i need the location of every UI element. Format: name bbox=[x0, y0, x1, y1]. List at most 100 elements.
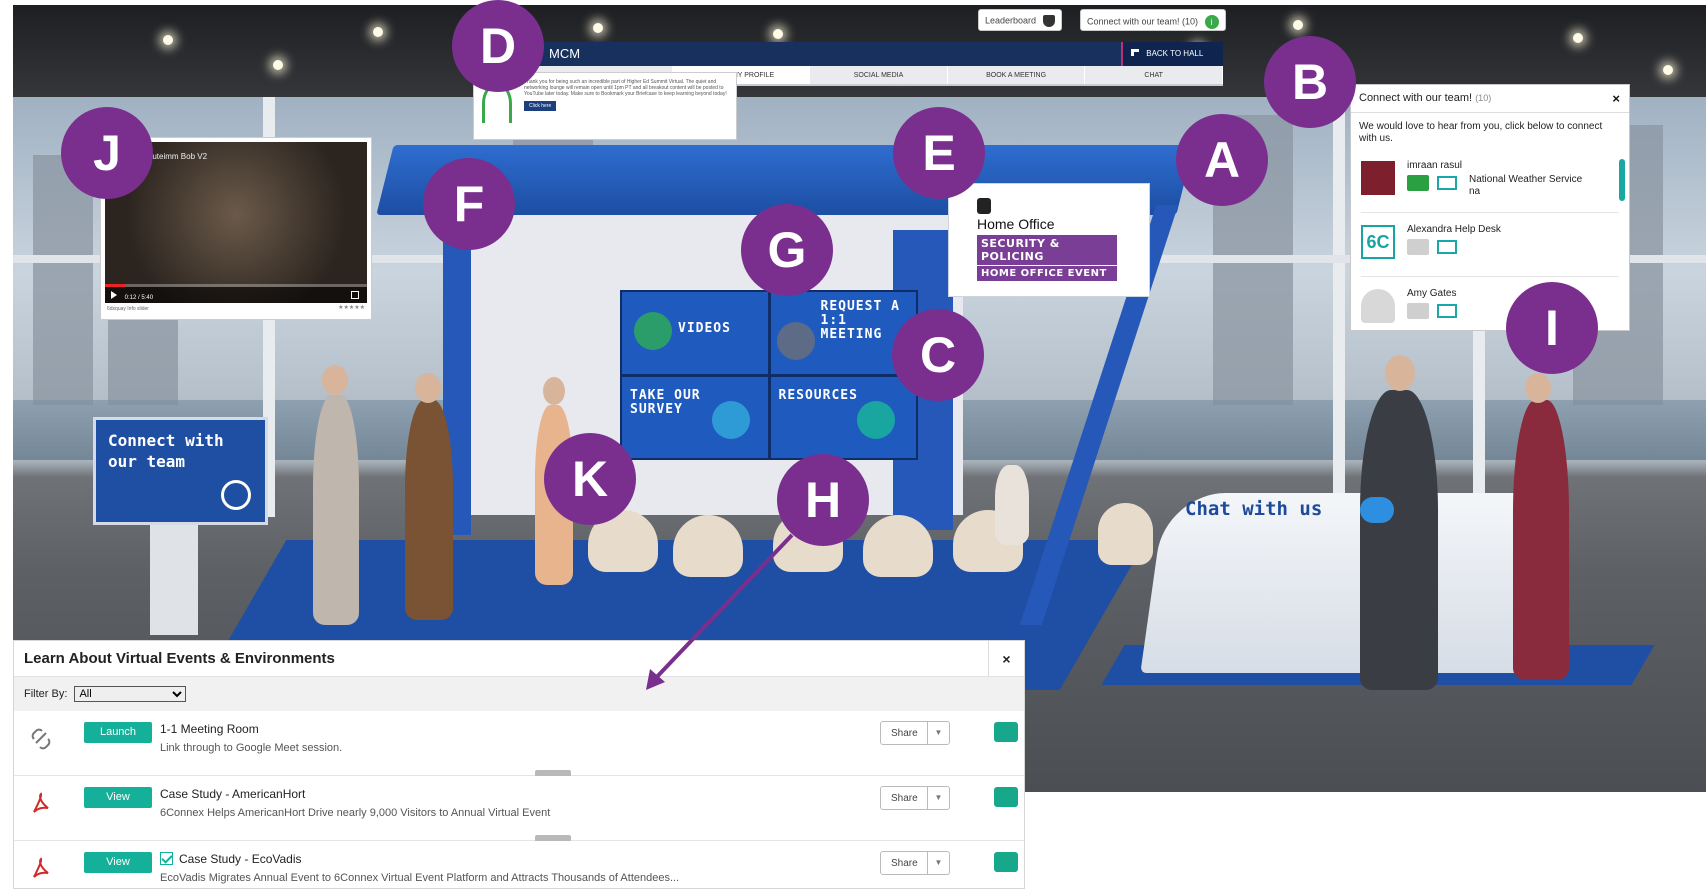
chat-icon[interactable] bbox=[1407, 303, 1429, 319]
member-name: Alexandra Help Desk bbox=[1407, 224, 1501, 235]
trophy-icon bbox=[1042, 15, 1055, 27]
resource-description: 6Connex Helps AmericanHort Drive nearly … bbox=[160, 807, 551, 819]
attendee-head bbox=[322, 365, 348, 395]
home-office-title: Home Office bbox=[977, 216, 1055, 232]
fullscreen-icon[interactable] bbox=[351, 291, 359, 299]
callout-badge-f: F bbox=[423, 158, 515, 250]
home-office-band: HOME OFFICE EVENT bbox=[977, 266, 1117, 281]
chat-with-us-link[interactable]: Chat with us bbox=[1185, 498, 1322, 520]
callout-badge-i: I bbox=[1506, 282, 1598, 374]
connect-team-button[interactable]: Connect with our team! (10) i bbox=[1080, 9, 1226, 31]
videos-screen[interactable]: VIDEOS bbox=[622, 292, 768, 374]
avatar bbox=[1361, 289, 1395, 323]
resource-description: Link through to Google Meet session. bbox=[160, 742, 343, 754]
connect-team-intro: We would love to hear from you, click be… bbox=[1359, 121, 1603, 144]
filter-select[interactable]: All bbox=[74, 686, 187, 702]
attendee-head bbox=[543, 377, 565, 405]
ceiling-light bbox=[163, 35, 173, 45]
lounge-chair bbox=[863, 515, 933, 577]
tab-social-media[interactable]: SOCIAL MEDIA bbox=[810, 66, 948, 84]
checkbox-checked-icon[interactable] bbox=[160, 852, 173, 865]
connect-with-team-kiosk[interactable]: Connect with our team bbox=[93, 417, 268, 525]
callout-badge-d: D bbox=[452, 0, 544, 92]
close-icon[interactable]: × bbox=[1612, 91, 1620, 106]
mail-icon[interactable] bbox=[1437, 176, 1457, 190]
share-button[interactable]: Share ▼ bbox=[880, 786, 950, 810]
booth-nav-header: MCM bbox=[535, 42, 1223, 66]
survey-screen[interactable]: TAKE OUR SURVEY bbox=[622, 376, 768, 458]
avatar bbox=[1361, 161, 1395, 195]
view-button[interactable]: View bbox=[84, 787, 152, 808]
connect-team-label: Connect with our team! (10) bbox=[1087, 16, 1199, 27]
chevron-down-icon[interactable]: ▼ bbox=[927, 722, 949, 744]
chat-icon[interactable] bbox=[1407, 239, 1429, 255]
resource-title[interactable]: Case Study - AmericanHort bbox=[160, 787, 305, 801]
callout-badge-c: C bbox=[892, 309, 984, 401]
callout-badge-b: B bbox=[1264, 36, 1356, 128]
view-button[interactable]: View bbox=[84, 852, 152, 873]
attendee-figure bbox=[1360, 390, 1438, 690]
briefcase-icon[interactable] bbox=[994, 787, 1018, 807]
attendee-head bbox=[1385, 355, 1415, 391]
back-to-hall-label: BACK TO HALL bbox=[1146, 49, 1204, 58]
share-button[interactable]: Share ▼ bbox=[880, 851, 950, 875]
video-time: 0:12 / 5:40 bbox=[124, 295, 154, 301]
home-office-sign: Home Office SECURITY & POLICING HOME OFF… bbox=[948, 183, 1150, 297]
mail-icon[interactable] bbox=[1437, 304, 1457, 318]
briefcase-icon[interactable] bbox=[994, 722, 1018, 742]
attendee-head bbox=[1525, 373, 1551, 403]
play-icon[interactable] bbox=[111, 291, 117, 299]
video-rating-stars[interactable]: ★★★★★ bbox=[338, 304, 365, 311]
launch-button[interactable]: Launch bbox=[84, 722, 152, 743]
attendee-figure bbox=[995, 465, 1029, 545]
resource-row: Launch 1-1 Meeting Room Link through to … bbox=[14, 711, 1024, 776]
chat-icon[interactable] bbox=[1407, 175, 1429, 191]
ceiling-light bbox=[373, 27, 383, 37]
team-member-row[interactable]: 6C Alexandra Help Desk bbox=[1361, 213, 1619, 277]
tab-chat[interactable]: CHAT bbox=[1085, 66, 1223, 84]
ceiling-light bbox=[773, 29, 783, 39]
ceiling-light bbox=[273, 60, 283, 70]
chevron-down-icon[interactable]: ▼ bbox=[927, 787, 949, 809]
video-meta: 6dsquay Info slider bbox=[107, 306, 149, 312]
mail-icon[interactable] bbox=[1437, 240, 1457, 254]
callout-badge-j: J bbox=[61, 107, 153, 199]
share-label: Share bbox=[891, 858, 918, 869]
notebook-icon bbox=[776, 322, 815, 360]
lounge-chair bbox=[673, 515, 743, 577]
member-name: imraan rasul bbox=[1407, 160, 1463, 171]
callout-badge-h: H bbox=[777, 454, 869, 546]
play-icon bbox=[634, 312, 672, 350]
connect-team-panel: Connect with our team! (10) × We would l… bbox=[1350, 84, 1630, 331]
team-member-row[interactable]: imraan rasul National Weather Service na bbox=[1361, 149, 1619, 213]
resource-row: View Case Study - EcoVadis EcoVadis Migr… bbox=[14, 841, 1024, 888]
briefcase-icon[interactable] bbox=[994, 852, 1018, 872]
video-title: Suteimm Bob V2 bbox=[147, 152, 208, 161]
attendee-figure bbox=[405, 400, 453, 620]
tab-book-a-meeting[interactable]: BOOK A MEETING bbox=[948, 66, 1086, 84]
resources-screen-label: RESOURCES bbox=[778, 387, 858, 403]
scrollbar[interactable] bbox=[1619, 159, 1625, 201]
member-name: Amy Gates bbox=[1407, 288, 1457, 299]
callout-badge-k: K bbox=[544, 433, 636, 525]
callout-badge-e: E bbox=[893, 107, 985, 199]
chevron-down-icon[interactable]: ▼ bbox=[927, 852, 949, 874]
click-here-button[interactable]: Click here bbox=[524, 101, 557, 111]
member-org: National Weather Service na bbox=[1469, 174, 1583, 197]
clipboard-icon bbox=[712, 400, 750, 439]
close-icon[interactable]: × bbox=[988, 641, 1024, 677]
back-to-hall-button[interactable]: BACK TO HALL bbox=[1121, 42, 1223, 66]
resource-title[interactable]: 1-1 Meeting Room bbox=[160, 722, 259, 736]
leaderboard-label: Leaderboard bbox=[985, 15, 1037, 26]
attendee-figure bbox=[1513, 400, 1569, 680]
resources-header: Learn About Virtual Events & Environment… bbox=[14, 641, 1024, 677]
resources-filter-bar: Filter By: All bbox=[14, 677, 1024, 711]
resource-title[interactable]: Case Study - EcoVadis bbox=[160, 852, 302, 866]
survey-screen-label: TAKE OUR SURVEY bbox=[630, 387, 701, 417]
leaderboard-button[interactable]: Leaderboard bbox=[978, 9, 1062, 31]
resources-title: Learn About Virtual Events & Environment… bbox=[24, 650, 335, 667]
chat-bubble-icon[interactable] bbox=[1360, 497, 1394, 523]
share-button[interactable]: Share ▼ bbox=[880, 721, 950, 745]
resources-screen[interactable]: RESOURCES bbox=[770, 376, 916, 458]
popup-text: Thank you for being such an incredible p… bbox=[524, 79, 727, 97]
